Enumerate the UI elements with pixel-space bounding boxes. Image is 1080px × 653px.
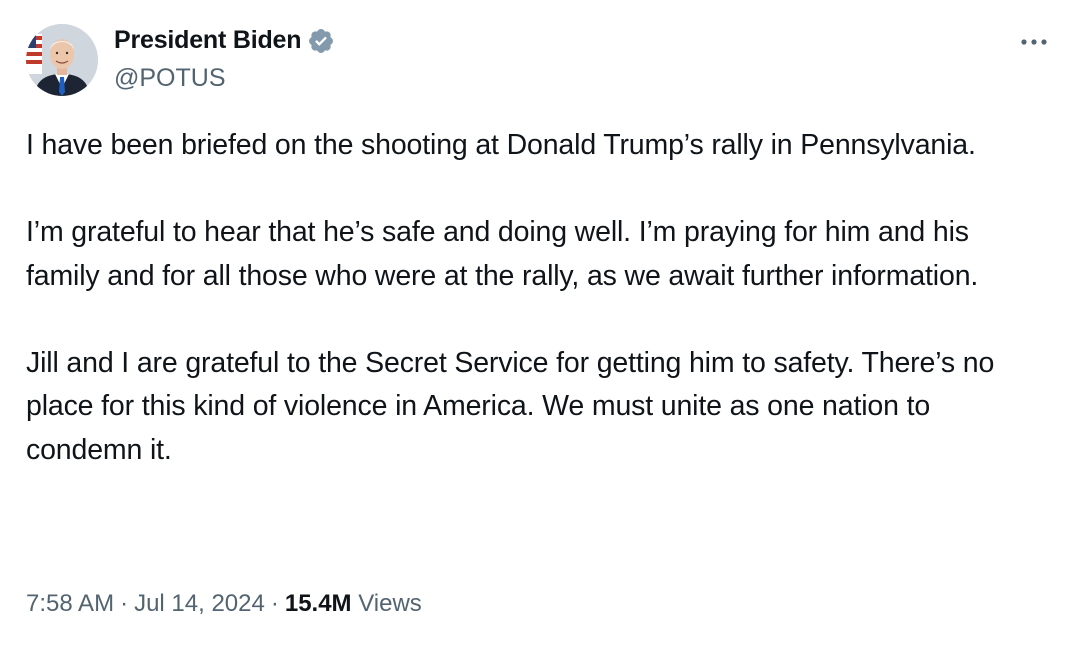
tweet-paragraph: Jill and I are grateful to the Secret Se…	[26, 346, 995, 466]
tweet-metadata: 7:58 AM · Jul 14, 2024 · 15.4M Views	[26, 590, 422, 618]
verified-badge-icon[interactable]	[307, 27, 335, 55]
tweet-paragraph: I have been briefed on the shooting at D…	[26, 129, 976, 161]
views-label[interactable]: Views	[358, 590, 422, 617]
author-display-name[interactable]: President Biden	[114, 26, 302, 55]
tweet-text: I have been briefed on the shooting at D…	[26, 124, 1046, 472]
author-handle[interactable]: @POTUS	[114, 64, 226, 93]
author-name-row: President Biden	[114, 26, 335, 55]
tweet-date[interactable]: Jul 14, 2024	[134, 590, 265, 617]
meta-separator: ·	[270, 590, 279, 617]
avatar[interactable]	[26, 24, 98, 96]
more-options-icon	[1021, 39, 1047, 45]
views-count[interactable]: 15.4M	[285, 590, 352, 617]
meta-separator: ·	[120, 590, 129, 617]
tweet-card: President Biden @POTUS I have been brief…	[0, 0, 1080, 653]
portrait-avatar-icon	[26, 24, 98, 96]
tweet-paragraph: I’m grateful to hear that he’s safe and …	[26, 216, 979, 292]
tweet-time[interactable]: 7:58 AM	[26, 590, 114, 617]
more-options-button[interactable]	[1016, 30, 1052, 54]
